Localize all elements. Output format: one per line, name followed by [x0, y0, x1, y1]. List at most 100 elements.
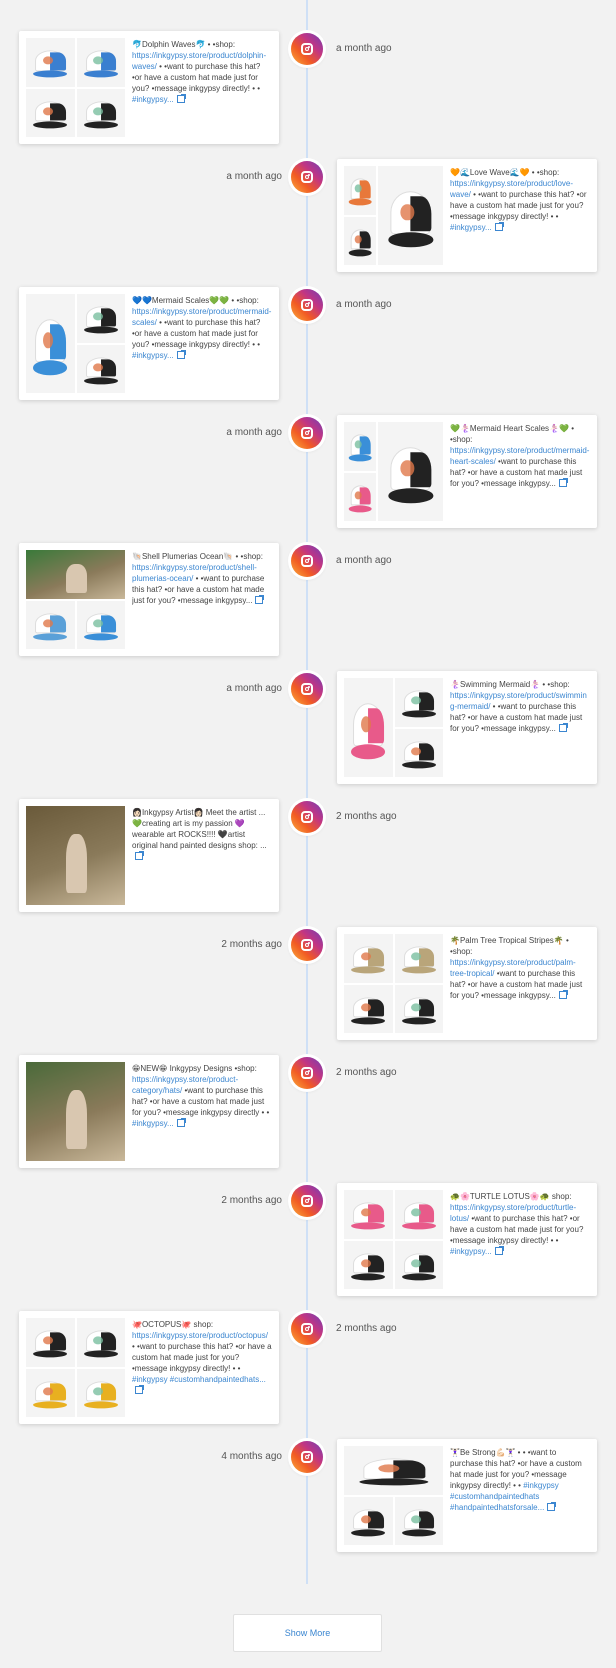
hat-photo-tile [26, 38, 75, 87]
hat-photo-tile [76, 344, 125, 393]
post-caption: 👩🏻Inkgypsy Artist👩🏻 Meet the artist ... … [132, 807, 272, 905]
post-thumbnail[interactable] [26, 1062, 125, 1161]
hat-photo-tile [76, 294, 125, 343]
external-link-icon[interactable] [255, 595, 265, 604]
post-caption: 🏋🏻‍♀️Be Strong💪🏻🏋🏻‍♀️ • • •want to purch… [450, 1447, 590, 1545]
instagram-post-card[interactable]: 🧜🏻‍♀️Swimming Mermaid🧜🏻‍♀️ • •shop: http… [337, 671, 597, 784]
post-thumbnail[interactable] [344, 934, 443, 1033]
instagram-icon [301, 939, 313, 951]
caption-text: • •want to purchase this hat? •or have a… [450, 190, 587, 221]
external-link-icon[interactable] [135, 1385, 144, 1394]
post-timestamp: a month ago [226, 171, 282, 182]
post-thumbnail[interactable] [344, 422, 443, 521]
external-link-icon[interactable] [494, 1246, 504, 1255]
post-timestamp: 2 months ago [336, 1067, 397, 1078]
hat-photo-tile [76, 600, 125, 649]
timeline-entry: 🌴Palm Tree Tropical Stripes🌴 • •shop: ht… [0, 927, 616, 1040]
shop-link[interactable]: https://inkgypsy.store/product/octopus/ [132, 1331, 268, 1340]
external-link-icon[interactable] [558, 990, 568, 999]
post-timestamp: 2 months ago [221, 939, 282, 950]
instagram-node-icon [291, 545, 323, 577]
timeline-entry: 🐢🌸TURTLE LOTUS🌸🐢 shop: https://inkgypsy.… [0, 1183, 616, 1296]
hat-photo-tile [394, 984, 443, 1033]
instagram-post-card[interactable]: 👩🏻Inkgypsy Artist👩🏻 Meet the artist ... … [19, 799, 279, 912]
post-thumbnail[interactable] [344, 1190, 443, 1289]
post-thumbnail[interactable] [26, 550, 125, 649]
caption-text: 💚🧜🏻‍♀️Mermaid Heart Scales🧜🏻‍♀️💚 • •shop… [450, 424, 575, 444]
external-link-icon[interactable] [558, 723, 568, 732]
post-thumbnail[interactable] [26, 38, 125, 137]
instagram-post-card[interactable]: 💚🧜🏻‍♀️Mermaid Heart Scales🧜🏻‍♀️💚 • •shop… [337, 415, 597, 528]
timeline-entry: 🐬Dolphin Waves🐬 • •shop: https://inkgyps… [0, 31, 616, 144]
caption-text: 😁NEW😁 Inkgypsy Designs •shop: [132, 1064, 257, 1073]
post-timestamp: 2 months ago [336, 1323, 397, 1334]
post-timestamp: a month ago [336, 299, 392, 310]
hat-photo-tile [344, 934, 393, 983]
instagram-icon [301, 1451, 313, 1463]
post-caption: 💚🧜🏻‍♀️Mermaid Heart Scales🧜🏻‍♀️💚 • •shop… [450, 423, 590, 521]
hat-photo-tile [344, 1240, 393, 1289]
caption-text: 🐬Dolphin Waves🐬 • •shop: [132, 40, 236, 49]
external-link-icon[interactable] [176, 350, 186, 359]
external-link-icon[interactable] [494, 222, 504, 231]
instagram-icon [301, 555, 313, 567]
instagram-post-card[interactable]: 🐬Dolphin Waves🐬 • •shop: https://inkgyps… [19, 31, 279, 144]
caption-text: • •want to purchase this hat? •or have a… [132, 1342, 272, 1373]
hashtag-link[interactable]: #inkgypsy... [450, 1247, 492, 1256]
instagram-node-icon [291, 1313, 323, 1345]
post-thumbnail[interactable] [344, 166, 443, 265]
hat-photo-tile [344, 1446, 443, 1495]
instagram-post-card[interactable]: 🏋🏻‍♀️Be Strong💪🏻🏋🏻‍♀️ • • •want to purch… [337, 1439, 597, 1552]
hat-photo-tile [394, 678, 443, 727]
external-link-icon[interactable] [547, 1502, 557, 1511]
hashtag-link[interactable]: #inkgypsy... [450, 223, 492, 232]
hat-photo-tile [26, 1368, 75, 1417]
post-caption: 🧜🏻‍♀️Swimming Mermaid🧜🏻‍♀️ • •shop: http… [450, 679, 590, 777]
instagram-node-icon [291, 161, 323, 193]
post-caption: 🐙OCTOPUS🐙 shop: https://inkgypsy.store/p… [132, 1319, 272, 1417]
show-more-button[interactable]: Show More [233, 1614, 382, 1652]
post-thumbnail[interactable] [26, 294, 125, 393]
instagram-node-icon [291, 673, 323, 705]
post-thumbnail[interactable] [344, 1446, 443, 1545]
timeline-entry: 🐙OCTOPUS🐙 shop: https://inkgypsy.store/p… [0, 1311, 616, 1424]
instagram-post-card[interactable]: 🧡🌊Love Wave🌊🧡 • •shop: https://inkgypsy.… [337, 159, 597, 272]
external-link-icon[interactable] [176, 94, 186, 103]
hashtag-link[interactable]: #inkgypsy... [132, 351, 174, 360]
timeline-entry: 🧡🌊Love Wave🌊🧡 • •shop: https://inkgypsy.… [0, 159, 616, 272]
instagram-post-card[interactable]: 🐙OCTOPUS🐙 shop: https://inkgypsy.store/p… [19, 1311, 279, 1424]
instagram-post-card[interactable]: 😁NEW😁 Inkgypsy Designs •shop: https://in… [19, 1055, 279, 1168]
hat-photo-tile [344, 216, 377, 265]
post-timestamp: a month ago [336, 555, 392, 566]
instagram-post-card[interactable]: 🐚Shell Plumerias Ocean🐚 • •shop: https:/… [19, 543, 279, 656]
post-thumbnail[interactable] [26, 1318, 125, 1417]
external-link-icon[interactable] [176, 1118, 186, 1127]
post-thumbnail[interactable] [26, 806, 125, 905]
hat-photo-tile [344, 1496, 393, 1545]
post-thumbnail[interactable] [344, 678, 443, 777]
hashtag-link[interactable]: #inkgypsy... [132, 95, 174, 104]
hashtag-link[interactable]: #inkgypsy #customhandpaintedhats... [132, 1375, 266, 1384]
hat-photo-tile [76, 1368, 125, 1417]
instagram-icon [301, 1195, 313, 1207]
caption-text: 👩🏻Inkgypsy Artist👩🏻 Meet the artist ... … [132, 808, 267, 850]
hat-photo-tile [344, 1190, 393, 1239]
instagram-node-icon [291, 801, 323, 833]
instagram-post-card[interactable]: 🐢🌸TURTLE LOTUS🌸🐢 shop: https://inkgypsy.… [337, 1183, 597, 1296]
hashtag-link[interactable]: #inkgypsy... [132, 1119, 174, 1128]
caption-text: 🐢🌸TURTLE LOTUS🌸🐢 shop: [450, 1192, 572, 1201]
timeline-entry: 😁NEW😁 Inkgypsy Designs •shop: https://in… [0, 1055, 616, 1168]
post-timestamp: a month ago [226, 683, 282, 694]
timeline-entry: 👩🏻Inkgypsy Artist👩🏻 Meet the artist ... … [0, 799, 616, 912]
post-caption: 🌴Palm Tree Tropical Stripes🌴 • •shop: ht… [450, 935, 590, 1033]
caption-text: 🐙OCTOPUS🐙 shop: [132, 1320, 214, 1329]
instagram-post-card[interactable]: 💙💙Mermaid Scales💚💚 • •shop: https://inkg… [19, 287, 279, 400]
instagram-node-icon [291, 289, 323, 321]
instagram-node-icon [291, 33, 323, 65]
hat-photo-tile [26, 88, 75, 137]
instagram-post-card[interactable]: 🌴Palm Tree Tropical Stripes🌴 • •shop: ht… [337, 927, 597, 1040]
external-link-icon[interactable] [558, 478, 568, 487]
hat-photo-tile [394, 728, 443, 777]
hat-photo-tile [394, 1496, 443, 1545]
external-link-icon[interactable] [135, 851, 144, 860]
